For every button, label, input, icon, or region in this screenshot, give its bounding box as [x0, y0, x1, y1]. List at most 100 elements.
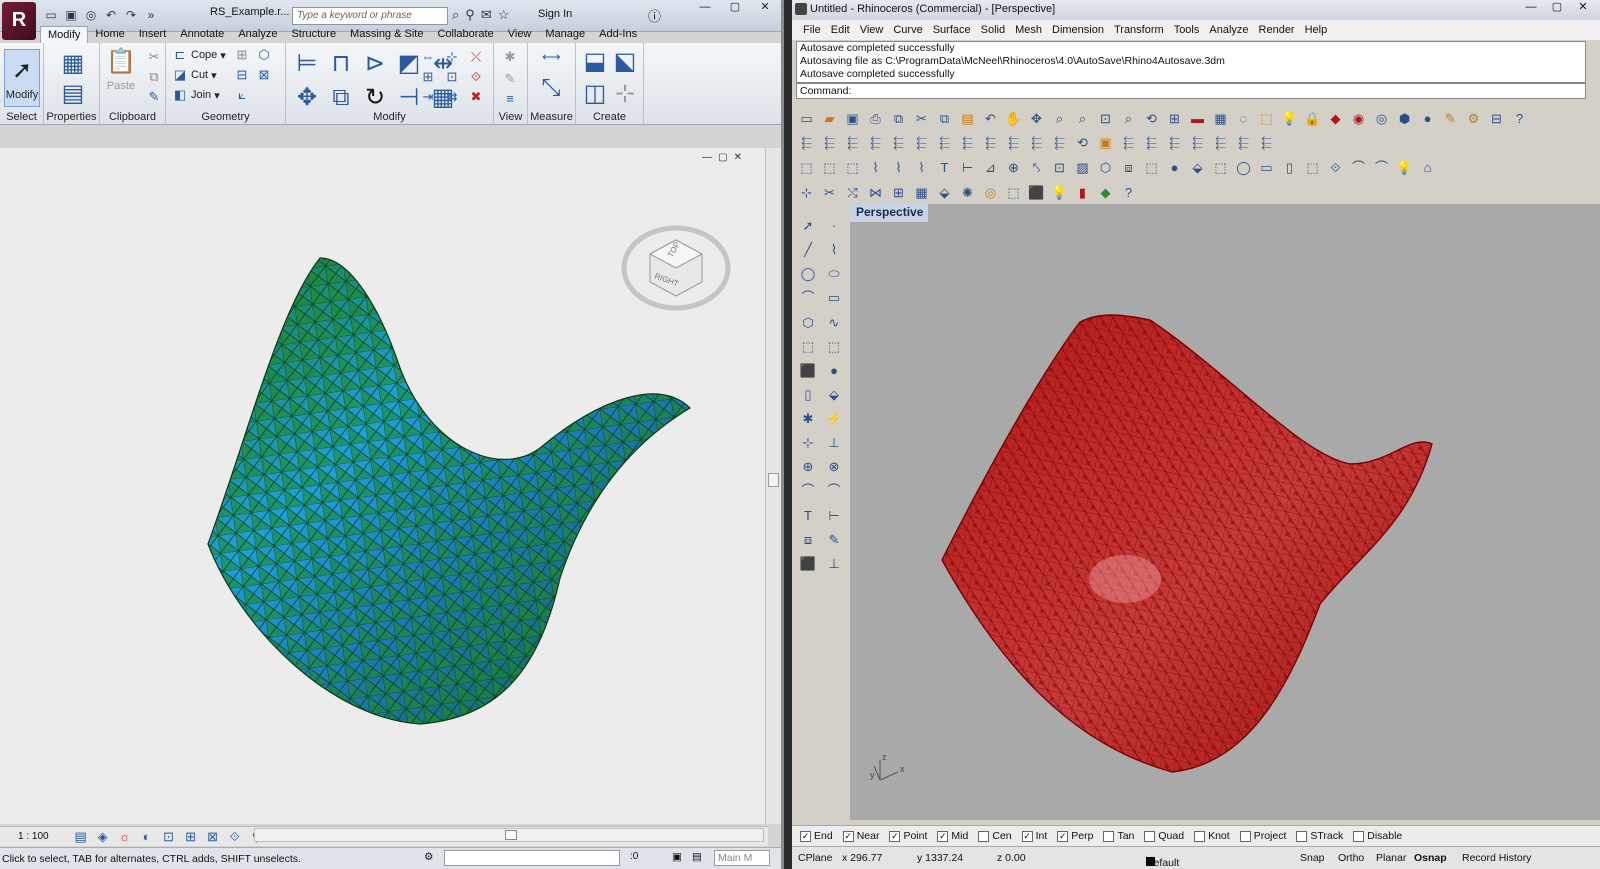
- box-tool-icon[interactable]: ⬚: [1302, 157, 1323, 178]
- perspective-viewport[interactable]: Perspective ×: [850, 204, 1600, 820]
- osnap-perp[interactable]: ✓ Perp: [1057, 830, 1093, 842]
- explode-icon[interactable]: ⬚: [1141, 157, 1162, 178]
- aligned-dimension-icon[interactable]: ⤡: [536, 73, 566, 103]
- pin-icon[interactable]: ⊡: [444, 69, 460, 85]
- vertical-scroll-thumb[interactable]: [768, 473, 779, 487]
- color-wheel-icon[interactable]: ◉: [1348, 108, 1369, 129]
- boolean-side-icon[interactable]: ⊕: [796, 455, 820, 479]
- osnap-cen[interactable]: Cen: [978, 830, 1012, 842]
- menu-solid[interactable]: Solid: [976, 24, 1010, 36]
- rectangle-tool-icon[interactable]: ▭: [1256, 157, 1277, 178]
- ortho-toggle[interactable]: Ortho: [1338, 852, 1364, 864]
- remove-paint-icon[interactable]: ⟀: [234, 87, 250, 103]
- cplane-surface-icon[interactable]: ⬱: [1003, 132, 1024, 153]
- search-input[interactable]: Type a keyword or phrase: [292, 7, 448, 25]
- light-tool-icon[interactable]: 💡: [1049, 182, 1070, 203]
- array-tool-icon[interactable]: ⊞: [888, 182, 909, 203]
- extend-icon[interactable]: ⇉: [444, 89, 460, 105]
- tab-collaborate[interactable]: Collaborate: [430, 26, 500, 44]
- menu-analyze[interactable]: Analyze: [1204, 24, 1253, 36]
- split-tool-icon[interactable]: ⤭: [842, 182, 863, 203]
- light-icon[interactable]: 💡: [1279, 108, 1300, 129]
- lock-icon[interactable]: 🔒: [1302, 108, 1323, 129]
- osnap-mid[interactable]: ✓ Mid: [937, 830, 968, 842]
- text-side-icon[interactable]: T: [796, 504, 820, 528]
- hatch-icon[interactable]: ▨: [1072, 157, 1093, 178]
- osnap-tan[interactable]: Tan: [1103, 830, 1134, 842]
- open-icon[interactable]: ▭: [44, 8, 58, 22]
- cplane-next-icon[interactable]: ⬱: [1256, 132, 1277, 153]
- menu-help[interactable]: Help: [1300, 24, 1333, 36]
- save-file-icon[interactable]: ▣: [842, 108, 863, 129]
- type-properties-icon[interactable]: ▦: [58, 49, 88, 79]
- view-scale[interactable]: 1 : 100: [18, 831, 49, 842]
- car-icon[interactable]: ▬: [1187, 108, 1208, 129]
- analyze-icon[interactable]: ⚡: [822, 407, 846, 431]
- osnap-disable[interactable]: Disable: [1353, 830, 1402, 842]
- copy-tool-icon[interactable]: ⧉: [934, 108, 955, 129]
- viewport-layout-icon[interactable]: ⬚: [1210, 157, 1231, 178]
- unpin-icon[interactable]: ⊹: [444, 49, 460, 65]
- group-icon[interactable]: ⊗: [822, 455, 846, 479]
- surface-icon[interactable]: ⬚: [796, 335, 820, 359]
- measure-between-icon[interactable]: ⟷: [542, 49, 561, 65]
- grid-icon[interactable]: ▦: [1210, 108, 1231, 129]
- close-button[interactable]: ✕: [750, 0, 780, 16]
- tab-annotate[interactable]: Annotate: [173, 26, 231, 44]
- cplane-origin-icon[interactable]: ⬱: [957, 132, 978, 153]
- trim-tool-icon[interactable]: ✂: [819, 182, 840, 203]
- select-points-icon[interactable]: ⬚: [796, 157, 817, 178]
- undo-icon[interactable]: ↶: [104, 8, 118, 22]
- osnap-int[interactable]: ✓ Int: [1021, 830, 1047, 842]
- editable-only-icon[interactable]: ▤: [692, 851, 702, 863]
- box-icon[interactable]: ⬛: [796, 359, 820, 383]
- binoculars-icon[interactable]: ⌕: [452, 7, 459, 23]
- modify-button[interactable]: ➚ Modify: [4, 49, 40, 107]
- rhino-minimize-button[interactable]: —: [1518, 0, 1544, 16]
- cope-button[interactable]: ⊏ Cope ▾: [172, 47, 226, 63]
- menu-dimension[interactable]: Dimension: [1047, 24, 1109, 36]
- tab-massing-site[interactable]: Massing & Site: [343, 26, 430, 44]
- mesh-side-icon[interactable]: ✱: [796, 407, 820, 431]
- cylinder-tool-icon[interactable]: ▯: [1279, 157, 1300, 178]
- demolish-icon[interactable]: ⊠: [256, 67, 272, 83]
- split-gap-icon[interactable]: ⇔: [420, 49, 436, 65]
- rotate-icon[interactable]: ↻: [360, 83, 390, 113]
- rotate-view-icon[interactable]: ✥: [1026, 108, 1047, 129]
- override-icon[interactable]: ✎: [502, 71, 518, 87]
- open-file-icon[interactable]: ▰: [819, 108, 840, 129]
- render-green-icon[interactable]: ◆: [1095, 182, 1116, 203]
- trim-multiple-icon[interactable]: ⇥: [420, 89, 436, 105]
- text-icon[interactable]: T: [934, 157, 955, 178]
- layer-icon[interactable]: ⬚: [1256, 108, 1277, 129]
- annotation-icon[interactable]: ⊡: [1049, 157, 1070, 178]
- arc-icon[interactable]: ⌒: [796, 286, 820, 310]
- named-views-icon[interactable]: ⬙: [1187, 157, 1208, 178]
- drafting-icon[interactable]: ⊥: [822, 552, 846, 576]
- command-prompt[interactable]: Command:: [796, 83, 1586, 99]
- cplane-curve-icon[interactable]: ⬱: [980, 132, 1001, 153]
- join-button[interactable]: ◧ Join ▾: [172, 87, 220, 103]
- insert-icon[interactable]: ⧈: [1118, 157, 1139, 178]
- wall-joins-icon[interactable]: ⊞: [234, 47, 250, 63]
- split-face-icon[interactable]: ⬡: [256, 47, 272, 63]
- filter-icon[interactable]: ▣: [672, 851, 682, 863]
- print-icon[interactable]: ⎙: [865, 108, 886, 129]
- horizontal-scroll-thumb[interactable]: [505, 830, 517, 840]
- create-similar-icon[interactable]: ⊹: [610, 79, 640, 109]
- zoom-icon[interactable]: ⌕: [1049, 108, 1070, 129]
- offset-icon[interactable]: ⊓: [326, 49, 356, 79]
- tab-home[interactable]: Home: [88, 26, 131, 44]
- cplane-object-icon[interactable]: ⬱: [865, 132, 886, 153]
- hide-object-icon[interactable]: ◌: [1233, 108, 1254, 129]
- cplane-left-icon[interactable]: ⬱: [1233, 132, 1254, 153]
- sphere-render-icon[interactable]: ●: [1164, 157, 1185, 178]
- menu-view[interactable]: View: [855, 24, 889, 36]
- osnap-quad[interactable]: Quad: [1144, 830, 1184, 842]
- show-crop-icon[interactable]: ⊞: [183, 829, 199, 845]
- cylinder-icon[interactable]: ▯: [796, 383, 820, 407]
- dim-radius-icon[interactable]: ⊕: [1003, 157, 1024, 178]
- point-icon[interactable]: ·: [822, 214, 846, 238]
- line-icon[interactable]: ╱: [796, 238, 820, 262]
- snap-toggle[interactable]: Snap: [1300, 852, 1325, 864]
